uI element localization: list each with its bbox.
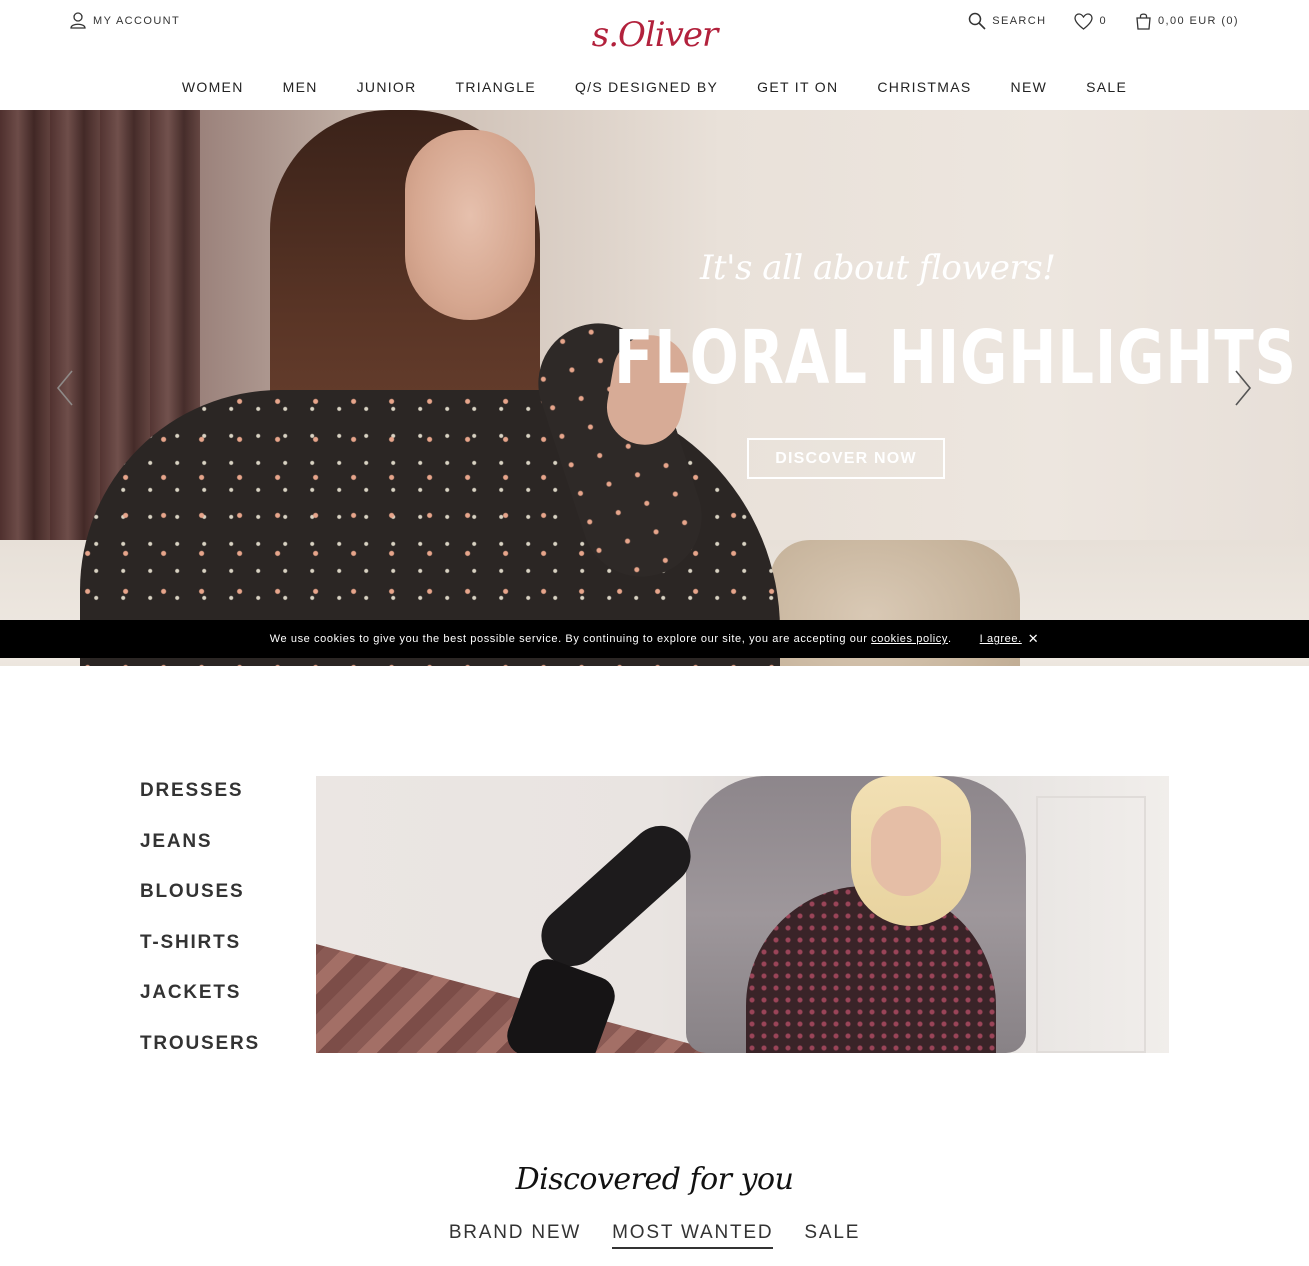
category-link-jackets[interactable]: JACKETS xyxy=(140,982,260,1033)
wall-panel-graphic xyxy=(1036,796,1146,1053)
cart-summary: 0,00 EUR (0) xyxy=(1158,15,1239,27)
nav-item-women[interactable]: WOMEN xyxy=(162,79,263,95)
nav-item-qs-designed-by[interactable]: Q/S DESIGNED BY xyxy=(555,79,737,95)
category-link-trousers[interactable]: TROUSERS xyxy=(140,1033,260,1084)
cookie-agree-button[interactable]: I agree. xyxy=(980,633,1022,645)
discover-now-button[interactable]: DISCOVER NOW xyxy=(747,438,945,479)
hero-tagline: It's all about flowers! xyxy=(700,248,1056,288)
wishlist-button[interactable]: 0 xyxy=(1074,12,1107,30)
nav-item-christmas[interactable]: CHRISTMAS xyxy=(858,79,991,95)
tab-most-wanted[interactable]: MOST WANTED xyxy=(612,1222,774,1249)
discovered-tabs: BRAND NEW MOST WANTED SALE xyxy=(0,1222,1309,1249)
tab-sale[interactable]: SALE xyxy=(804,1222,860,1249)
search-button[interactable]: SEARCH xyxy=(968,12,1046,30)
heart-icon xyxy=(1074,12,1094,30)
nav-item-men[interactable]: MEN xyxy=(263,79,337,95)
category-link-t-shirts[interactable]: T-SHIRTS xyxy=(140,932,260,983)
cart-button[interactable]: 0,00 EUR (0) xyxy=(1135,12,1239,30)
logo-text[interactable]: s.Oliver xyxy=(592,15,718,55)
nav-item-sale[interactable]: SALE xyxy=(1067,79,1147,95)
search-label: SEARCH xyxy=(992,15,1047,27)
hero-model-face-graphic xyxy=(405,130,535,320)
hero-banner[interactable]: It's all about flowers! FLORAL HIGHLIGHT… xyxy=(0,110,1309,666)
close-icon[interactable]: ✕ xyxy=(1028,631,1040,647)
main-navigation: WOMEN MEN JUNIOR TRIANGLE Q/S DESIGNED B… xyxy=(0,79,1309,95)
site-header: MY ACCOUNT s.Oliver SEARCH 0 0,00 EUR (0… xyxy=(0,0,1309,110)
category-feature-image[interactable] xyxy=(316,776,1169,1053)
tab-brand-new[interactable]: BRAND NEW xyxy=(449,1222,581,1249)
shopping-bag-icon xyxy=(1136,13,1151,30)
category-link-dresses[interactable]: DRESSES xyxy=(140,780,260,831)
model-face-graphic xyxy=(871,806,941,896)
nav-item-junior[interactable]: JUNIOR xyxy=(337,79,436,95)
discovered-title: Discovered for you xyxy=(515,1162,794,1197)
nav-item-get-it-on[interactable]: GET IT ON xyxy=(738,79,858,95)
chevron-left-icon[interactable] xyxy=(55,368,75,408)
category-list: DRESSES JEANS BLOUSES T-SHIRTS JACKETS T… xyxy=(140,780,260,1084)
search-icon xyxy=(968,12,986,30)
hero-title: FLORAL HIGHLIGHTS xyxy=(614,315,1297,401)
cookies-policy-link[interactable]: cookies policy xyxy=(871,633,948,645)
cookie-banner: We use cookies to give you the best poss… xyxy=(0,620,1309,658)
model-leg-graphic xyxy=(529,813,703,979)
category-link-jeans[interactable]: JEANS xyxy=(140,831,260,882)
category-link-blouses[interactable]: BLOUSES xyxy=(140,881,260,932)
wishlist-count: 0 xyxy=(1099,15,1107,27)
chevron-right-icon[interactable] xyxy=(1233,368,1253,408)
nav-item-new[interactable]: NEW xyxy=(991,79,1067,95)
header-utilities: SEARCH 0 0,00 EUR (0) xyxy=(968,12,1239,30)
nav-item-triangle[interactable]: TRIANGLE xyxy=(436,79,555,95)
cookie-text-suffix: . xyxy=(948,633,952,645)
cookie-text: We use cookies to give you the best poss… xyxy=(269,633,868,645)
